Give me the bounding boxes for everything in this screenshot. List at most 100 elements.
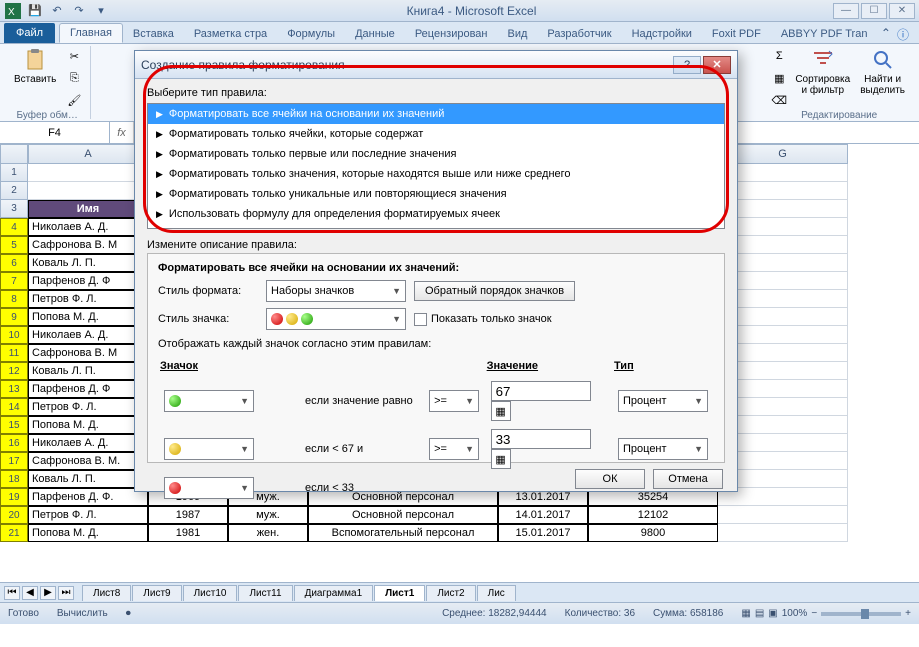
autosum-icon[interactable]: Σ	[769, 46, 789, 66]
qat-more-icon[interactable]: ▾	[92, 2, 110, 20]
rule-type-list[interactable]: ▶Форматировать все ячейки на основании и…	[147, 103, 725, 229]
cell[interactable]: Попова М. Д.	[28, 416, 148, 434]
range-select-icon[interactable]: ▦	[491, 401, 511, 421]
minimize-button[interactable]: —	[833, 3, 859, 19]
cell[interactable]: Николаев А. Д.	[28, 434, 148, 452]
cell[interactable]	[718, 524, 848, 542]
sheet-tab[interactable]: Лист11	[238, 585, 292, 601]
sheet-tab[interactable]: Лист8	[82, 585, 131, 601]
cell[interactable]: Петров Ф. Л.	[28, 290, 148, 308]
row-header[interactable]: 2	[0, 182, 28, 200]
cell[interactable]: 1987	[148, 506, 228, 524]
icon-style-combo[interactable]: ▼	[266, 308, 406, 330]
zoom-slider[interactable]	[821, 612, 901, 616]
row-header[interactable]: 4	[0, 218, 28, 236]
cell[interactable]	[28, 164, 148, 182]
maximize-button[interactable]: ☐	[861, 3, 887, 19]
row-header[interactable]: 3	[0, 200, 28, 218]
row-header[interactable]: 8	[0, 290, 28, 308]
cell[interactable]: Попова М. Д.	[28, 308, 148, 326]
dialog-close-button[interactable]: ✕	[703, 56, 731, 74]
cell[interactable]: жен.	[228, 524, 308, 542]
cell[interactable]	[28, 182, 148, 200]
view-layout-icon[interactable]: ▤	[755, 608, 764, 619]
cell[interactable]: Петров Ф. Л.	[28, 506, 148, 524]
cell[interactable]: 9800	[588, 524, 718, 542]
ribbon-tab[interactable]: Рецензирован	[405, 25, 498, 43]
macro-record-icon[interactable]: ⏺	[126, 608, 131, 619]
format-style-combo[interactable]: Наборы значков▼	[266, 280, 406, 302]
sheet-nav-last[interactable]: ⏭	[58, 586, 74, 600]
sheet-tab[interactable]: Лист1	[374, 585, 425, 601]
row-header[interactable]: 9	[0, 308, 28, 326]
cell[interactable]: Попова М. Д.	[28, 524, 148, 542]
cell[interactable]: Сафронова В. М	[28, 344, 148, 362]
copy-icon[interactable]: ⎘	[64, 68, 84, 88]
dialog-titlebar[interactable]: Создание правила форматирования ? ✕	[135, 51, 737, 79]
zoom-in-icon[interactable]: +	[905, 608, 911, 619]
row-header[interactable]: 21	[0, 524, 28, 542]
sort-filter-button[interactable]: Сортировка и фильтр	[791, 46, 854, 110]
cell[interactable]: Петров Ф. Л.	[28, 398, 148, 416]
ribbon-minimize-icon[interactable]: ⌃	[881, 26, 891, 43]
rule-type-item[interactable]: ▶Форматировать только ячейки, которые со…	[148, 124, 724, 144]
select-all-corner[interactable]	[0, 144, 28, 164]
sheet-nav-first[interactable]: ⏮	[4, 586, 20, 600]
fx-icon[interactable]: fx	[110, 122, 134, 143]
fill-icon[interactable]: ▦	[769, 68, 789, 88]
row-header[interactable]: 17	[0, 452, 28, 470]
icon-select-combo[interactable]: ▼	[164, 438, 254, 460]
cell[interactable]	[718, 506, 848, 524]
row-header[interactable]: 12	[0, 362, 28, 380]
value-input[interactable]	[491, 429, 591, 449]
operator-combo[interactable]: >=▼	[429, 438, 479, 460]
cell[interactable]: Сафронова В. М	[28, 236, 148, 254]
type-combo[interactable]: Процент▼	[618, 390, 708, 412]
cell[interactable]: Парфенов Д. Ф	[28, 272, 148, 290]
name-box[interactable]: F4	[0, 122, 110, 143]
cell[interactable]: Коваль Л. П.	[28, 254, 148, 272]
cell[interactable]: 1981	[148, 524, 228, 542]
ribbon-tab[interactable]: Главная	[59, 23, 123, 43]
value-input[interactable]	[491, 381, 591, 401]
row-header[interactable]: 16	[0, 434, 28, 452]
row-header[interactable]: 1	[0, 164, 28, 182]
row-header[interactable]: 5	[0, 236, 28, 254]
find-select-button[interactable]: Найти и выделить	[856, 46, 909, 110]
ribbon-tab[interactable]: Данные	[345, 25, 405, 43]
zoom-out-icon[interactable]: −	[811, 608, 817, 619]
sheet-tab[interactable]: Диаграмма1	[294, 585, 374, 601]
cell[interactable]: Парфенов Д. Ф	[28, 380, 148, 398]
cell[interactable]: Николаев А. Д.	[28, 326, 148, 344]
row-header[interactable]: 20	[0, 506, 28, 524]
cell[interactable]: Вспомогательный персонал	[308, 524, 498, 542]
cell[interactable]: Основной персонал	[308, 506, 498, 524]
cell[interactable]: Коваль Л. П.	[28, 362, 148, 380]
cell[interactable]: Парфенов Д. Ф.	[28, 488, 148, 506]
icon-select-combo[interactable]: ▼	[164, 390, 254, 412]
save-icon[interactable]: 💾	[26, 2, 44, 20]
ribbon-tab[interactable]: ABBYY PDF Tran	[771, 25, 878, 43]
table-header-cell[interactable]: Имя	[28, 200, 148, 218]
dialog-help-button[interactable]: ?	[673, 56, 701, 74]
view-normal-icon[interactable]: ▦	[741, 608, 750, 619]
rule-type-item[interactable]: ▶Форматировать только уникальные или пов…	[148, 184, 724, 204]
close-button[interactable]: ✕	[889, 3, 915, 19]
row-header[interactable]: 13	[0, 380, 28, 398]
format-painter-icon[interactable]: 🖌	[64, 90, 84, 110]
sheet-nav-prev[interactable]: ◀	[22, 586, 38, 600]
cancel-button[interactable]: Отмена	[653, 469, 723, 489]
rule-type-item[interactable]: ▶Использовать формулу для определения фо…	[148, 204, 724, 224]
ribbon-tab[interactable]: Разработчик	[537, 25, 621, 43]
row-header[interactable]: 6	[0, 254, 28, 272]
cell[interactable]: 15.01.2017	[498, 524, 588, 542]
row-header[interactable]: 11	[0, 344, 28, 362]
ribbon-tab[interactable]: Разметка стра	[184, 25, 277, 43]
ribbon-tab[interactable]: Формулы	[277, 25, 345, 43]
excel-icon[interactable]: X	[4, 2, 22, 20]
rule-type-item[interactable]: ▶Форматировать только первые или последн…	[148, 144, 724, 164]
view-pagebreak-icon[interactable]: ▣	[768, 608, 777, 619]
cell[interactable]: муж.	[228, 506, 308, 524]
operator-combo[interactable]: >=▼	[429, 390, 479, 412]
range-select-icon[interactable]: ▦	[491, 449, 511, 469]
